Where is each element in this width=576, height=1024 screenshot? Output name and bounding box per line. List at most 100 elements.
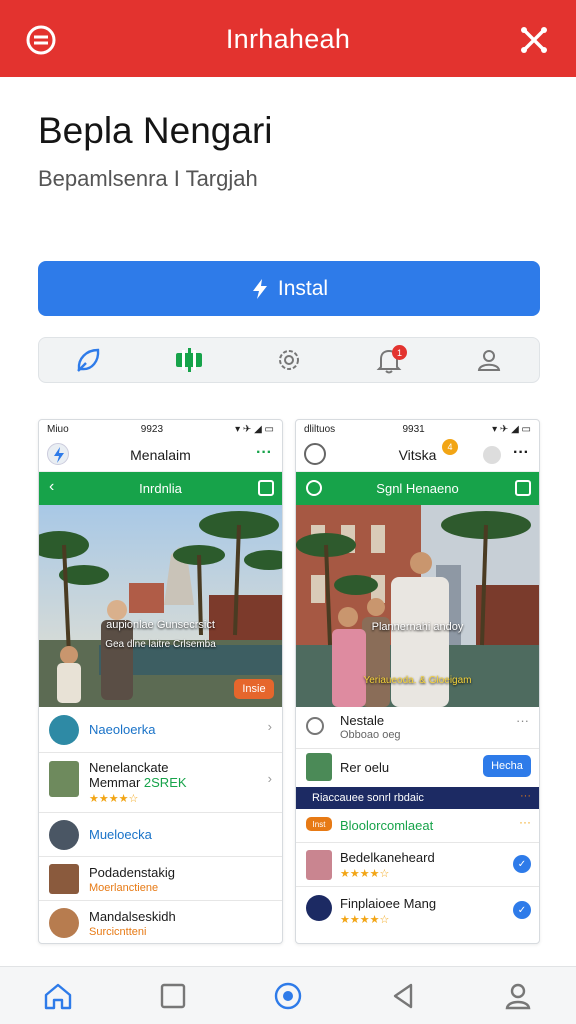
more-icon[interactable]: ···	[513, 444, 529, 462]
bell-icon[interactable]: 1	[369, 340, 409, 380]
rating-stars: ★★★★☆	[340, 868, 390, 880]
install-button[interactable]: Instal	[38, 261, 540, 316]
list-item[interactable]: Podadenstakig Moerlanctiene	[39, 857, 282, 901]
hero-photo: aupionlae Gunsecrsict Gea dlne laitre Cr…	[39, 505, 282, 707]
play-icon[interactable]	[515, 480, 531, 496]
more-icon[interactable]: ···	[519, 815, 531, 829]
list-item-subtitle: Memmar	[89, 775, 141, 790]
photo-chip-button[interactable]: Insie	[234, 679, 274, 699]
app-header: Menalaim ···	[39, 438, 282, 472]
section-banner: Riaccauee sonrl rbdaic ···	[296, 787, 539, 809]
header-badge: 4	[442, 439, 458, 455]
square-icon[interactable]	[151, 974, 195, 1018]
screen-toolbar: ‹ Inrdnlia	[39, 472, 282, 505]
notification-badge: 1	[392, 345, 407, 360]
battery-icon: ▾ ✈ ◢ ▭	[235, 423, 274, 435]
more-icon[interactable]: ···	[256, 444, 272, 462]
chevron-right-icon: ›	[267, 771, 272, 786]
toolbar-title: Inrdnlia	[139, 481, 182, 496]
carrier-label: Miuo	[47, 423, 69, 435]
list-item-title: Nestale	[340, 713, 385, 728]
more-icon[interactable]: ···	[516, 713, 529, 728]
list-item[interactable]: Naeoloerka ›	[39, 707, 282, 753]
thumbnail	[306, 850, 332, 880]
avatar	[49, 820, 79, 850]
list-item[interactable]: Bedelkaneheard ★★★★☆ ✓	[296, 843, 539, 887]
check-icon[interactable]: ✓	[513, 901, 531, 919]
check-icon[interactable]: ✓	[513, 855, 531, 873]
section-banner-label: Riaccauee sonrl rbdaic	[312, 792, 424, 804]
list-item[interactable]: Nestale Obboao oeg ···	[296, 707, 539, 749]
list-item-title: Mueloecka	[89, 827, 152, 842]
status-bar: dliltuos 9931 ▾ ✈ ◢ ▭	[296, 420, 539, 438]
thumbnail	[49, 864, 79, 894]
list-item-title: Mandalseskidh	[89, 909, 176, 924]
list-item-title: Finplaioee Mang	[340, 896, 437, 911]
list-item[interactable]: Finplaioee Mang ★★★★☆ ✓	[296, 887, 539, 935]
hero-photo: Plannernahi andoy Yeriaueoda. & Gloeigam	[296, 505, 539, 707]
list-item-tag: Inst	[306, 817, 332, 831]
avatar	[306, 895, 332, 921]
photo-caption: Plannernahi andoy	[371, 621, 464, 633]
install-button-label: Instal	[277, 276, 329, 300]
time-label: 9923	[140, 423, 164, 435]
chevron-right-icon: ›	[267, 719, 272, 734]
rating-stars: ★★★★☆	[89, 793, 139, 805]
list-item-title: Bedelkaneheard	[340, 850, 435, 865]
action-button[interactable]: Hecha	[483, 755, 531, 777]
list-item-title: Naeoloerka	[89, 722, 156, 737]
top-bar-title: Inrhaheah	[225, 24, 351, 54]
carrier-label: dliltuos	[304, 423, 336, 435]
screen-title: Menalaim	[130, 447, 191, 463]
top-app-bar: Inrhaheah	[0, 0, 576, 77]
status-bar: Miuo 9923 ▾ ✈ ◢ ▭	[39, 420, 282, 438]
app-header: Vitska 4 ···	[296, 438, 539, 472]
thumbnail	[306, 753, 332, 781]
list-item-subtitle: Surcicntteni	[89, 926, 147, 938]
close-icon[interactable]	[516, 22, 552, 58]
profile-icon[interactable]	[483, 446, 501, 464]
profile-icon[interactable]	[496, 974, 540, 1018]
time-label: 9931	[402, 423, 425, 435]
list-item-subtitle: Moerlanctiene	[89, 882, 159, 894]
screenshot-card-1[interactable]: Miuo 9923 ▾ ✈ ◢ ▭ Menalaim ··· ‹ Inrdnli…	[38, 419, 283, 944]
thumbnail	[49, 761, 79, 797]
chart-icon[interactable]	[169, 340, 209, 380]
list-item-title: Rer oelu	[340, 760, 390, 775]
battery-icon: ▾ ✈ ◢ ▭	[492, 423, 531, 435]
more-icon: ···	[520, 790, 531, 802]
leaf-icon[interactable]	[69, 340, 109, 380]
list-item-tag: 2SREK	[143, 775, 187, 790]
rating-stars: ★★★★☆	[340, 914, 390, 926]
play-icon[interactable]	[258, 480, 274, 496]
avatar	[49, 715, 79, 745]
user-icon[interactable]	[469, 340, 509, 380]
home-icon[interactable]	[36, 974, 80, 1018]
list-item[interactable]: Mueloecka	[39, 813, 282, 857]
gear-icon[interactable]	[269, 340, 309, 380]
photo-subcaption: Gea dlne laitre Crlsemba	[105, 639, 216, 650]
list-item-title: Nenelanckate	[89, 760, 169, 775]
screenshot-card-2[interactable]: dliltuos 9931 ▾ ✈ ◢ ▭ Vitska 4 ··· Sgnl …	[295, 419, 540, 944]
list-item[interactable]: Mandalseskidh Surcicntteni	[39, 901, 282, 943]
quick-actions-bar: 1	[38, 337, 540, 383]
photo-subcaption: Yeriaueoda. & Gloeigam	[363, 675, 472, 686]
toolbar-title: Sgnl Henaeno	[376, 481, 459, 496]
screen-title: Vitska	[398, 447, 437, 463]
bottom-navigation	[0, 966, 576, 1024]
lightning-icon	[252, 278, 267, 299]
list-item-title: Podadenstakig	[89, 865, 176, 880]
list-item-title: Bloolorcomlaeat	[340, 818, 434, 833]
avatar	[49, 908, 79, 938]
record-icon[interactable]	[266, 974, 310, 1018]
screen-toolbar: Sgnl Henaeno	[296, 472, 539, 505]
list-item[interactable]: Inst Bloolorcomlaeat ···	[296, 809, 539, 843]
chat-icon	[306, 717, 324, 735]
list-item-subtitle: Obboao oeg	[340, 729, 401, 741]
list-item[interactable]: Rer oelu Hecha	[296, 749, 539, 787]
list-item[interactable]: Nenelanckate Memmar 2SREK ★★★★☆ ›	[39, 753, 282, 813]
app-subtitle: Bepamlsenra I Targjah	[38, 166, 258, 191]
photo-caption: aupionlae Gunsecrsict	[106, 619, 215, 631]
app-name: Bepla Nengari	[38, 110, 273, 151]
back-triangle-icon[interactable]	[381, 974, 425, 1018]
